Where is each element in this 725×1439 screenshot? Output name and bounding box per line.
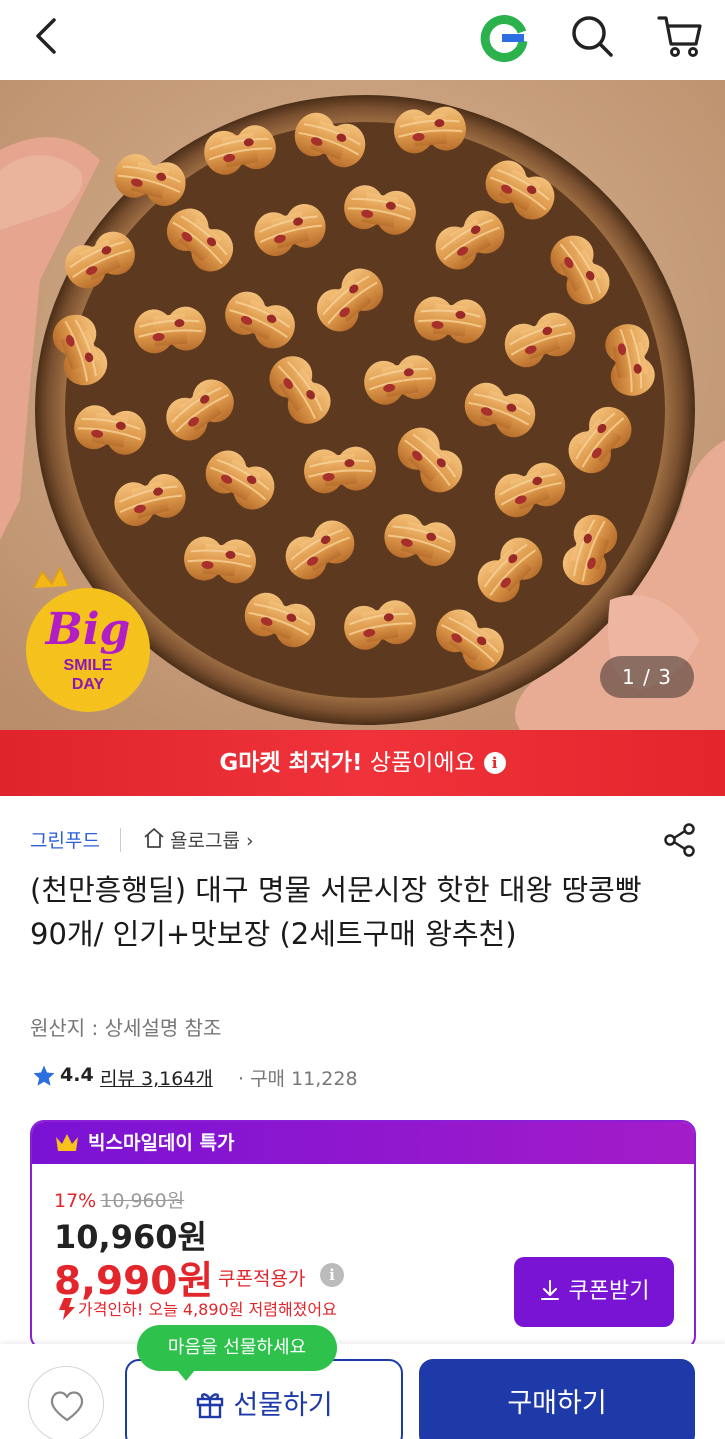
- product-title: (천만흥행딜) 대구 명물 서문시장 핫한 대왕 땅콩빵 90개/ 인기+맛보장…: [30, 873, 642, 951]
- share-icon[interactable]: [662, 822, 698, 858]
- heart-icon: [50, 1391, 84, 1422]
- seller-link[interactable]: 그린푸드: [30, 826, 100, 853]
- product-image-carousel[interactable]: Big SMILE DAY 1 / 3: [0, 80, 725, 730]
- discount-line: 17% 10,960원: [54, 1186, 184, 1213]
- info-icon[interactable]: i: [483, 752, 506, 774]
- discount-percent: 17%: [54, 1190, 97, 1212]
- get-coupon-button[interactable]: 쿠폰받기: [514, 1257, 674, 1327]
- badge-big-text: Big: [44, 604, 131, 655]
- divider: [120, 828, 121, 852]
- store-name: 욜로그룹: [170, 830, 240, 852]
- store-link[interactable]: 욜로그룹 ›: [170, 826, 254, 853]
- lowest-price-banner[interactable]: G마켓 최저가! 상품이에요 i: [0, 730, 725, 796]
- star-icon: [33, 1065, 55, 1086]
- purchase-count: · 구매 11,228: [238, 1068, 358, 1090]
- top-nav: [0, 0, 725, 80]
- crown-icon: [56, 1134, 78, 1151]
- gmarket-logo[interactable]: [479, 12, 529, 62]
- gift-button[interactable]: 선물하기: [125, 1359, 403, 1439]
- price-box: 빅스마일데이 특가 17% 10,960원 10,960원 8,990원 쿠폰적용…: [30, 1120, 696, 1350]
- back-icon[interactable]: [26, 14, 66, 58]
- search-icon[interactable]: [568, 12, 616, 60]
- image-counter: 1 / 3: [600, 656, 694, 698]
- wishlist-button[interactable]: [28, 1366, 104, 1439]
- gift-icon: [197, 1393, 224, 1419]
- buy-button[interactable]: 구매하기: [419, 1359, 695, 1439]
- gift-button-label: 선물하기: [233, 1390, 333, 1421]
- rating-row: 4.4 리뷰 3,164개 · 구매 11,228: [30, 1062, 530, 1090]
- price-drop-notice: 가격인하! 오늘 4,890원 저렴해졌어요: [58, 1296, 337, 1320]
- review-link[interactable]: 리뷰 3,164개: [100, 1064, 213, 1091]
- download-icon: [540, 1280, 559, 1300]
- gift-tooltip: 마음을 선물하세요: [137, 1325, 337, 1381]
- store-home-icon[interactable]: [142, 826, 166, 850]
- origin-text: 원산지 : 상세설명 참조: [30, 1016, 222, 1040]
- price-drop-text: 가격인하! 오늘 4,890원 저렴해졌어요: [78, 1300, 337, 1319]
- badge-day-text: DAY: [72, 676, 105, 693]
- event-label: 빅스마일데이 특가: [88, 1132, 235, 1154]
- rating-value: 4.4: [60, 1064, 94, 1086]
- banner-text: 상품이에요: [362, 750, 476, 776]
- cart-icon[interactable]: [656, 10, 704, 60]
- big-smile-day-badge: Big SMILE DAY: [26, 566, 150, 712]
- banner-bold-text: G마켓 최저가!: [219, 750, 363, 776]
- coupon-info-icon[interactable]: i: [320, 1263, 344, 1287]
- original-price: 10,960원: [100, 1190, 185, 1212]
- coupon-price-label: 쿠폰적용가: [218, 1268, 306, 1290]
- bottom-action-bar: 선물하기 구매하기: [0, 1344, 725, 1439]
- event-header: 빅스마일데이 특가: [32, 1122, 694, 1164]
- price-down-arrow-icon: [59, 1298, 75, 1320]
- seller-row: 그린푸드 욜로그룹 ›: [30, 822, 700, 858]
- badge-smile-text: SMILE: [64, 657, 113, 674]
- get-coupon-label: 쿠폰받기: [568, 1279, 650, 1304]
